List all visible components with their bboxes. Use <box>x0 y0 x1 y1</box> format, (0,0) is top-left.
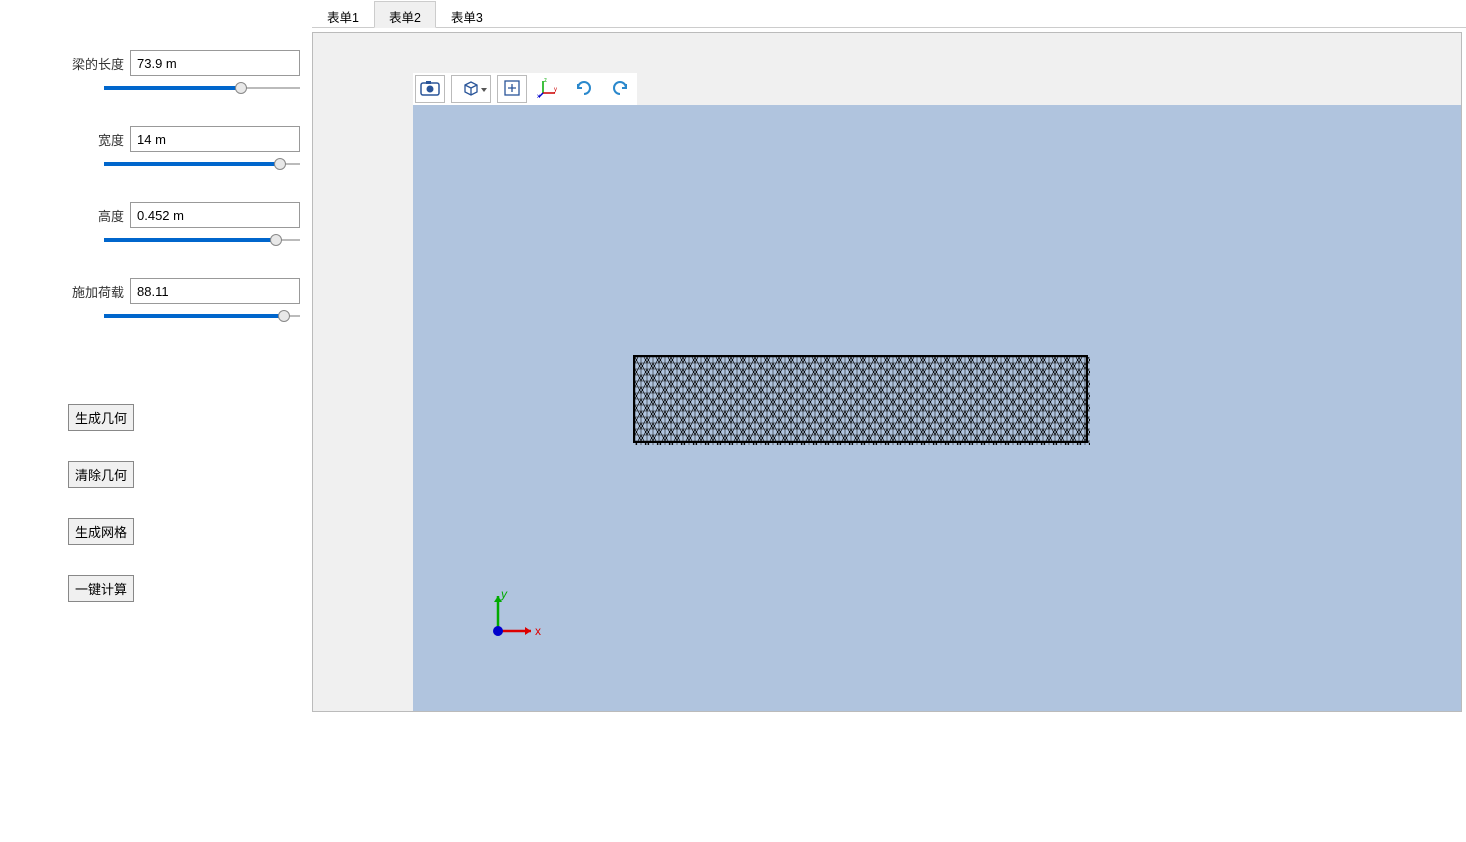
beam-mesh <box>633 355 1088 443</box>
snapshot-button[interactable] <box>415 75 445 103</box>
axis-orientation-button[interactable]: z y x <box>533 75 563 103</box>
load-slider[interactable] <box>104 308 300 324</box>
clear-geometry-button[interactable]: 清除几何 <box>68 461 134 488</box>
height-row: 高度 <box>12 202 300 228</box>
rotate-right-button[interactable] <box>605 75 635 103</box>
axes-icon: z y x <box>537 77 559 102</box>
cube-icon <box>462 79 480 100</box>
generate-geometry-button[interactable]: 生成几何 <box>68 404 134 431</box>
axis-x-label: x <box>535 624 541 638</box>
beam-length-slider[interactable] <box>104 80 300 96</box>
one-click-compute-button[interactable]: 一键计算 <box>68 575 134 602</box>
viewport-3d[interactable]: x y <box>413 105 1461 711</box>
rotate-left-button[interactable] <box>569 75 599 103</box>
action-buttons: 生成几何 清除几何 生成网格 一键计算 <box>12 404 300 632</box>
tab-form2[interactable]: 表单2 <box>374 1 436 28</box>
rotate-ccw-icon <box>574 78 594 101</box>
beam-length-row: 梁的长度 <box>12 50 300 76</box>
width-input[interactable] <box>130 126 300 152</box>
load-label: 施加荷载 <box>72 282 124 301</box>
width-slider[interactable] <box>104 156 300 172</box>
svg-text:z: z <box>544 78 547 84</box>
height-slider[interactable] <box>104 232 300 248</box>
view-cube-button[interactable] <box>451 75 491 103</box>
main-panel: 表单1 表单2 表单3 <box>312 0 1466 842</box>
load-row: 施加荷载 <box>12 278 300 304</box>
beam-length-label: 梁的长度 <box>72 54 124 73</box>
rotate-cw-icon <box>610 78 630 101</box>
axis-y-label: y <box>500 587 508 601</box>
height-label: 高度 <box>98 206 124 225</box>
fit-icon <box>503 79 521 100</box>
tab-bar: 表单1 表单2 表单3 <box>312 0 1466 28</box>
height-input[interactable] <box>130 202 300 228</box>
graphics-toolbar: z y x <box>413 73 637 105</box>
svg-text:y: y <box>554 87 557 93</box>
tab-form3[interactable]: 表单3 <box>436 1 498 28</box>
beam-length-input[interactable] <box>130 50 300 76</box>
axis-gizmo: x y <box>483 586 543 646</box>
width-label: 宽度 <box>98 130 124 149</box>
camera-icon <box>420 80 440 99</box>
width-row: 宽度 <box>12 126 300 152</box>
tab-form1[interactable]: 表单1 <box>312 1 374 28</box>
zoom-extents-button[interactable] <box>497 75 527 103</box>
svg-text:x: x <box>537 94 540 99</box>
parameter-sidebar: 梁的长度 宽度 高度 施加荷载 <box>0 0 312 842</box>
generate-mesh-button[interactable]: 生成网格 <box>68 518 134 545</box>
graphics-canvas-frame: z y x <box>312 32 1462 712</box>
load-input[interactable] <box>130 278 300 304</box>
